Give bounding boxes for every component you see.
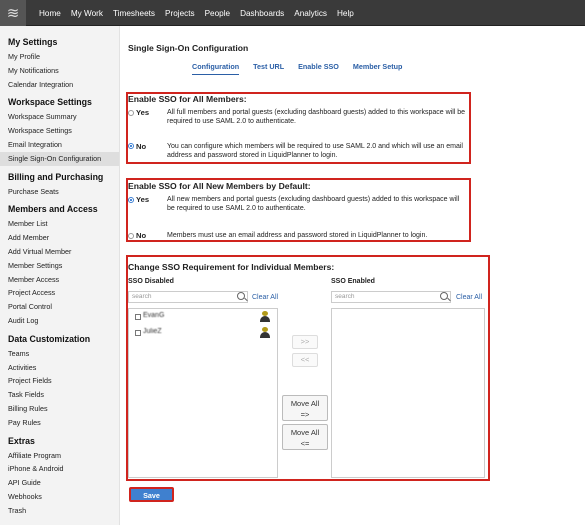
nav-help[interactable]: Help	[337, 9, 354, 18]
member-name: EvanG	[143, 312, 165, 319]
sidebar-item-my-profile[interactable]: My Profile	[0, 50, 119, 64]
sidebar-heading-workspace-settings: Workspace Settings	[8, 97, 92, 108]
member-checkbox[interactable]	[135, 314, 141, 320]
tab-test-url[interactable]: Test URL	[253, 62, 284, 75]
avatar-icon	[260, 327, 270, 338]
search-icon[interactable]	[440, 292, 448, 300]
sidebar-item-workspace-summary[interactable]: Workspace Summary	[0, 110, 119, 124]
page-title: Single Sign-On Configuration	[128, 43, 249, 53]
sso-enabled-list[interactable]	[331, 308, 485, 478]
move-all-right-arrow: =>	[300, 410, 310, 419]
sidebar-item-portal-control[interactable]: Portal Control	[0, 300, 119, 314]
tab-member-setup[interactable]: Member Setup	[353, 62, 403, 75]
sidebar-item-email-integration[interactable]: Email Integration	[0, 138, 119, 152]
sidebar-heading-my-settings: My Settings	[8, 37, 58, 47]
enable-new-yes-desc: All new members and portal guests (exclu…	[167, 196, 460, 213]
sidebar-item-pay-rules[interactable]: Pay Rules	[0, 416, 119, 430]
nav-projects[interactable]: Projects	[165, 9, 195, 18]
sidebar-item-member-settings[interactable]: Member Settings	[0, 259, 119, 273]
sidebar-item-member-access[interactable]: Member Access	[0, 273, 119, 287]
sidebar-item-affiliate-program[interactable]: Affiliate Program	[0, 449, 119, 463]
enable-all-yes-label: Yes	[136, 108, 150, 117]
enable-new-yes-radio[interactable]	[128, 197, 134, 203]
sidebar-item-task-fields[interactable]: Task Fields	[0, 388, 119, 402]
sidebar-heading-data-customization: Data Customization	[8, 333, 91, 344]
sidebar-item-billing-rules[interactable]: Billing Rules	[0, 402, 119, 416]
top-nav-bar: ≋ Home My Work Timesheets Projects Peopl…	[0, 0, 585, 26]
sidebar-item-purchase-seats[interactable]: Purchase Seats	[0, 185, 119, 199]
search-icon[interactable]	[237, 292, 245, 300]
main-content: Single Sign-On Configuration Configurati…	[120, 26, 585, 525]
member-row-juliez[interactable]: JulieZ	[131, 327, 273, 339]
enable-all-yes-desc: All full members and portal guests (excl…	[167, 109, 466, 126]
sidebar-item-webhooks[interactable]: Webhooks	[0, 490, 119, 504]
move-all-left-button[interactable]: Move All <=	[282, 424, 328, 450]
member-checkbox[interactable]	[135, 330, 141, 336]
enable-new-yes-label: Yes	[136, 195, 150, 204]
member-row-evang[interactable]: EvanG	[131, 311, 273, 323]
sidebar-heading-extras: Extras	[8, 435, 35, 446]
move-all-label: Move All	[290, 428, 320, 437]
enable-all-no-label: No	[136, 142, 147, 151]
nav-timesheets[interactable]: Timesheets	[113, 9, 155, 18]
sso-disabled-clear-all-link[interactable]: Clear All	[252, 294, 278, 301]
sidebar-heading-members-access: Members and Access	[8, 204, 98, 215]
move-left-button[interactable]: <<	[292, 353, 318, 367]
nav-people[interactable]: People	[205, 9, 231, 18]
nav-home[interactable]: Home	[39, 9, 61, 18]
nav-my-work[interactable]: My Work	[71, 9, 103, 18]
move-all-right-button[interactable]: Move All =>	[282, 395, 328, 421]
sidebar-item-project-access[interactable]: Project Access	[0, 286, 119, 300]
sidebar-item-my-notifications[interactable]: My Notifications	[0, 64, 119, 78]
member-name: JulieZ	[143, 328, 162, 335]
enable-new-title: Enable SSO for All New Members by Defaul…	[128, 181, 311, 191]
sidebar-item-calendar-integration[interactable]: Calendar Integration	[0, 78, 119, 92]
avatar-icon	[260, 311, 270, 322]
nav-analytics[interactable]: Analytics	[294, 9, 327, 18]
enable-all-no-radio[interactable]	[128, 143, 134, 149]
tab-configuration[interactable]: Configuration	[192, 62, 240, 75]
logo-icon[interactable]: ≋	[0, 0, 26, 26]
enable-all-title: Enable SSO for All Members:	[128, 94, 247, 104]
sidebar-item-audit-log[interactable]: Audit Log	[0, 314, 119, 328]
enable-all-no-desc: You can configure which members will be …	[167, 143, 463, 160]
sidebar-item-add-virtual-member[interactable]: Add Virtual Member	[0, 245, 119, 259]
tab-enable-sso[interactable]: Enable SSO	[298, 62, 339, 75]
sidebar-item-member-list[interactable]: Member List	[0, 217, 119, 231]
sidebar-item-add-member[interactable]: Add Member	[0, 231, 119, 245]
save-button[interactable]: Save	[129, 487, 174, 502]
settings-sidebar: My Settings My Profile My Notifications …	[0, 26, 120, 525]
sidebar-item-project-fields[interactable]: Project Fields	[0, 374, 119, 388]
config-tabs: Configuration Test URL Enable SSO Member…	[192, 62, 416, 75]
enable-new-no-desc: Members must use an email address and pa…	[167, 232, 428, 239]
sidebar-item-activities[interactable]: Activities	[0, 361, 119, 375]
sidebar-item-trash[interactable]: Trash	[0, 504, 119, 518]
enable-new-no-label: No	[136, 231, 147, 240]
move-all-left-arrow: <=	[300, 439, 310, 448]
sso-disabled-search-input[interactable]: search	[128, 291, 248, 303]
sidebar-item-api-guide[interactable]: API Guide	[0, 476, 119, 490]
sso-enabled-heading: SSO Enabled	[331, 278, 375, 285]
top-nav: Home My Work Timesheets Projects People …	[32, 0, 357, 26]
sidebar-item-teams[interactable]: Teams	[0, 347, 119, 361]
sidebar-heading-billing: Billing and Purchasing	[8, 171, 104, 182]
sso-enabled-clear-all-link[interactable]: Clear All	[456, 294, 482, 301]
individual-title: Change SSO Requirement for Individual Me…	[128, 262, 335, 272]
sso-disabled-heading: SSO Disabled	[128, 278, 174, 285]
sidebar-item-iphone-android[interactable]: iPhone & Android	[0, 462, 119, 476]
sso-enabled-search-input[interactable]: search	[331, 291, 451, 303]
enable-all-yes-radio[interactable]	[128, 110, 134, 116]
move-right-button[interactable]: >>	[292, 335, 318, 349]
sidebar-item-single-sign-on[interactable]: Single Sign-On Configuration	[0, 151, 119, 166]
sso-disabled-list[interactable]: EvanG JulieZ	[128, 308, 278, 478]
nav-dashboards[interactable]: Dashboards	[240, 9, 284, 18]
enable-new-no-radio[interactable]	[128, 233, 134, 239]
move-all-label: Move All	[290, 399, 320, 408]
sidebar-item-workspace-settings[interactable]: Workspace Settings	[0, 124, 119, 138]
